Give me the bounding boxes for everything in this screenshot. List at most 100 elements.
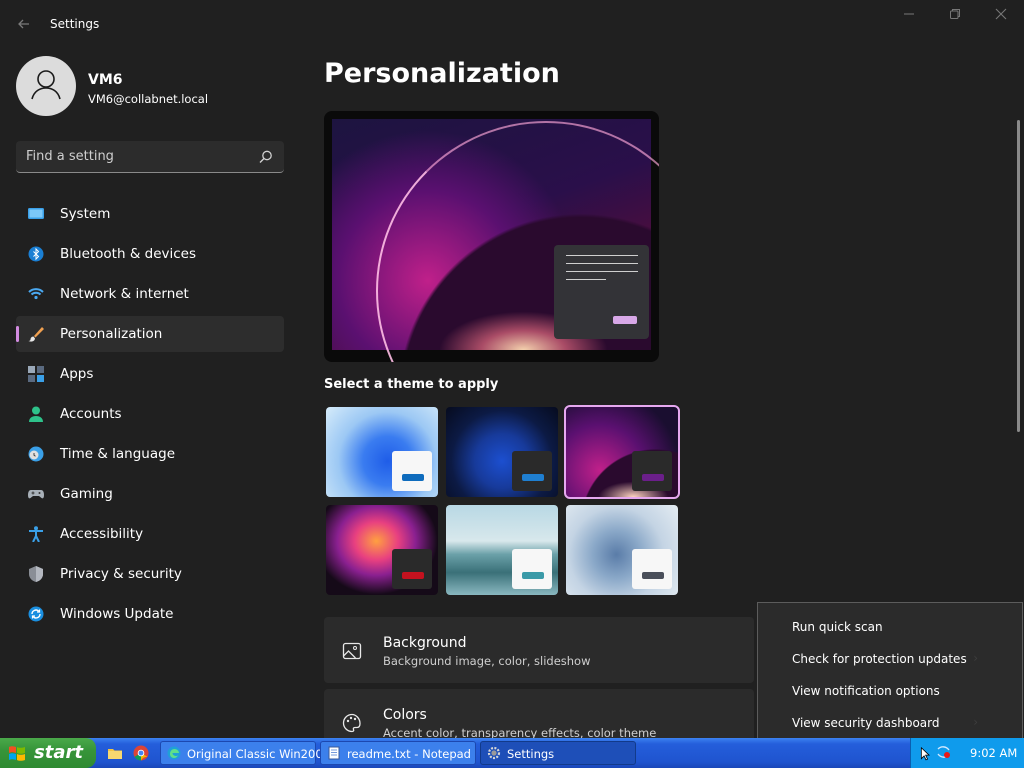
avatar[interactable]	[16, 56, 76, 116]
preview-line	[566, 279, 606, 280]
sidebar-item-label: Accessibility	[60, 526, 144, 542]
brush-icon	[28, 327, 44, 342]
background-card[interactable]: Background Background image, color, slid…	[324, 617, 754, 683]
user-icon	[31, 70, 61, 100]
taskbar-item-label: Original Classic Win200...	[187, 747, 334, 761]
palette-icon	[342, 713, 361, 733]
sidebar-item-label: Apps	[60, 366, 94, 382]
sidebar-item-label: Accounts	[60, 406, 122, 422]
theme-captured-motion[interactable]	[326, 505, 438, 595]
chevron-right-icon: ›	[973, 651, 978, 665]
theme-sunrise[interactable]	[446, 505, 558, 595]
sidebar-item-gaming[interactable]: Gaming	[16, 476, 284, 512]
minimize-button[interactable]	[894, 6, 924, 28]
theme-swatch	[512, 451, 552, 491]
start-label: start	[34, 742, 83, 763]
start-button[interactable]: start	[0, 738, 96, 768]
back-arrow-icon	[18, 19, 29, 29]
update-icon	[28, 606, 44, 622]
restore-icon	[950, 9, 960, 19]
sidebar-item-label: System	[60, 206, 111, 222]
close-button[interactable]	[986, 6, 1016, 28]
theme-swatch	[392, 451, 432, 491]
sidebar-item-label: Bluetooth & devices	[60, 246, 197, 262]
menu-item-check-updates[interactable]: Check for protection updates ›	[758, 644, 1022, 674]
sidebar-item-network[interactable]: Network & internet	[16, 276, 284, 312]
taskbar: start Original Classic Win200... readme.…	[0, 738, 1024, 768]
theme-flow[interactable]	[566, 505, 678, 595]
menu-item-label: View notification options	[792, 684, 940, 698]
back-button[interactable]	[12, 12, 36, 36]
clock-globe-icon	[28, 446, 44, 462]
sidebar-item-apps[interactable]: Apps	[16, 356, 284, 392]
clock: 9:02 AM	[970, 746, 1018, 760]
taskbar-item-edge[interactable]: Original Classic Win200...	[160, 741, 334, 765]
search-box[interactable]	[16, 141, 284, 173]
sidebar-item-privacy-security[interactable]: Privacy & security	[16, 556, 284, 592]
wifi-icon	[28, 288, 44, 300]
menu-item-security-dashboard[interactable]: View security dashboard ›	[758, 708, 1022, 738]
theme-accent	[522, 572, 544, 579]
sidebar-item-personalization[interactable]: Personalization	[16, 316, 284, 352]
menu-item-run-quick-scan[interactable]: Run quick scan	[758, 612, 1022, 642]
sidebar-item-system[interactable]: System	[16, 196, 284, 232]
card-title: Colors	[383, 707, 427, 723]
sidebar-item-label: Privacy & security	[60, 566, 182, 582]
close-icon	[995, 8, 1007, 20]
preview-accent-button	[613, 316, 637, 324]
theme-accent	[402, 572, 424, 579]
menu-item-label: Run quick scan	[792, 620, 883, 634]
themes-heading: Select a theme to apply	[324, 377, 499, 392]
theme-windows-dark[interactable]	[446, 407, 558, 497]
sidebar-item-bluetooth[interactable]: Bluetooth & devices	[16, 236, 284, 272]
page-title: Personalization	[324, 58, 560, 89]
sidebar-item-label: Windows Update	[60, 606, 174, 622]
sidebar-item-label: Time & language	[60, 446, 176, 462]
sidebar-item-accessibility[interactable]: Accessibility	[16, 516, 284, 552]
title-bar: Settings	[0, 0, 1024, 48]
scrollbar[interactable]	[1017, 120, 1020, 432]
theme-swatch	[632, 451, 672, 491]
sidebar-item-label: Network & internet	[60, 286, 189, 302]
menu-item-label: View security dashboard	[792, 716, 940, 730]
sidebar-item-time-language[interactable]: Time & language	[16, 436, 284, 472]
security-icon[interactable]	[937, 745, 951, 759]
search-icon[interactable]	[258, 149, 274, 165]
sidebar-item-windows-update[interactable]: Windows Update	[16, 596, 284, 632]
theme-accent	[642, 572, 664, 579]
taskbar-item-settings[interactable]: Settings	[480, 741, 636, 765]
edge-icon	[167, 746, 181, 760]
image-icon	[342, 642, 362, 660]
context-menu: Run quick scan Check for protection upda…	[757, 602, 1023, 747]
theme-swatch	[512, 549, 552, 589]
preview-line	[566, 263, 638, 264]
chevron-right-icon: ›	[973, 715, 978, 729]
search-input[interactable]	[16, 141, 256, 172]
shield-icon	[29, 566, 43, 582]
sidebar-nav: System Bluetooth & devices Network & int…	[16, 196, 284, 636]
theme-glow[interactable]	[564, 405, 680, 499]
taskbar-item-label: Settings	[507, 747, 555, 761]
preview-line	[566, 271, 638, 272]
theme-windows-light[interactable]	[326, 407, 438, 497]
windows-flag-icon	[9, 746, 25, 761]
sidebar-item-label: Gaming	[60, 486, 113, 502]
card-subtitle: Background image, color, slideshow	[383, 654, 591, 668]
taskbar-item-notepad[interactable]: readme.txt - Notepad	[320, 741, 476, 765]
chrome-icon[interactable]	[133, 745, 149, 761]
theme-swatch	[632, 549, 672, 589]
menu-item-notification-options[interactable]: View notification options	[758, 676, 1022, 706]
app-title: Settings	[50, 17, 100, 31]
restore-button[interactable]	[940, 6, 970, 28]
notepad-icon	[328, 746, 340, 760]
gamepad-icon	[28, 490, 44, 499]
preview-window	[554, 245, 649, 339]
theme-accent	[522, 474, 544, 481]
sidebar-item-accounts[interactable]: Accounts	[16, 396, 284, 432]
theme-accent	[402, 474, 424, 481]
user-email: VM6@collabnet.local	[88, 92, 209, 106]
folder-icon[interactable]	[107, 745, 123, 761]
user-name: VM6	[88, 72, 123, 88]
account-icon	[29, 406, 43, 422]
theme-accent	[642, 474, 664, 481]
